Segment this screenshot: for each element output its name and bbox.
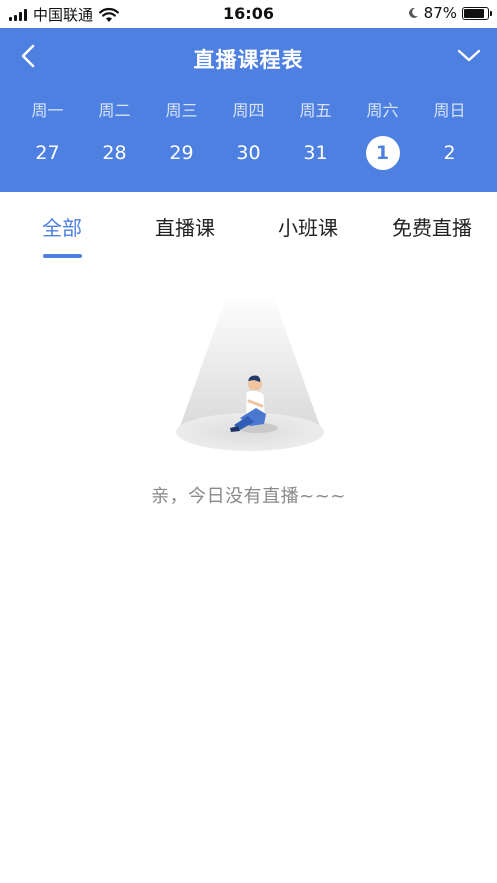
- date-number: 27: [35, 142, 60, 164]
- day-mon[interactable]: 周一 27: [14, 100, 81, 170]
- date-number: 31: [303, 142, 328, 164]
- course-type-tabs: 全部 直播课 小班课 免费直播: [0, 192, 497, 262]
- date-number: 28: [102, 142, 127, 164]
- weekday-label: 周一: [31, 101, 64, 120]
- person-in-spotlight-illustration: [176, 292, 324, 451]
- page-title: 直播课程表: [193, 48, 304, 72]
- date-number-selected: 1: [365, 136, 400, 170]
- tab-small-class[interactable]: 小班课: [278, 212, 338, 241]
- tab-free-live[interactable]: 免费直播: [392, 212, 472, 241]
- status-bar: 中国联通 16:06 87%: [0, 0, 497, 28]
- date-number: 30: [236, 142, 261, 164]
- date-number: 2: [443, 142, 456, 164]
- day-sun[interactable]: 周日 2: [416, 100, 483, 170]
- weekday-label: 周二: [98, 101, 131, 120]
- day-tue[interactable]: 周二 28: [81, 100, 148, 170]
- weekday-label: 周六: [366, 101, 399, 120]
- active-tab-indicator: [43, 254, 82, 258]
- battery-icon: [462, 6, 492, 20]
- empty-state-message: 亲，今日没有直播~~~: [151, 486, 346, 507]
- weekday-label: 周三: [165, 101, 198, 120]
- course-list-empty: 亲，今日没有直播~~~: [0, 262, 497, 883]
- week-calendar: 周一 27 周二 28 周三 29 周四 30 周五 31 周六 1 周日 2: [0, 100, 497, 170]
- day-sat[interactable]: 周六 1: [349, 100, 416, 170]
- tab-all[interactable]: 全部: [42, 212, 82, 241]
- day-thu[interactable]: 周四 30: [215, 100, 282, 170]
- date-number: 29: [169, 142, 194, 164]
- chevron-down-icon[interactable]: [455, 42, 483, 70]
- tab-live-course[interactable]: 直播课: [155, 212, 215, 241]
- status-right: 87%: [407, 4, 492, 22]
- moon-icon: [408, 7, 418, 18]
- weekday-label: 周四: [232, 101, 265, 120]
- day-wed[interactable]: 周三 29: [148, 100, 215, 170]
- schedule-header: 直播课程表 周一 27 周二 28 周三 29 周四 30 周五 31 周六 1…: [0, 28, 497, 192]
- battery-percent: 87%: [423, 4, 457, 22]
- weekday-label: 周日: [433, 101, 466, 120]
- weekday-label: 周五: [299, 101, 332, 120]
- day-fri[interactable]: 周五 31: [282, 100, 349, 170]
